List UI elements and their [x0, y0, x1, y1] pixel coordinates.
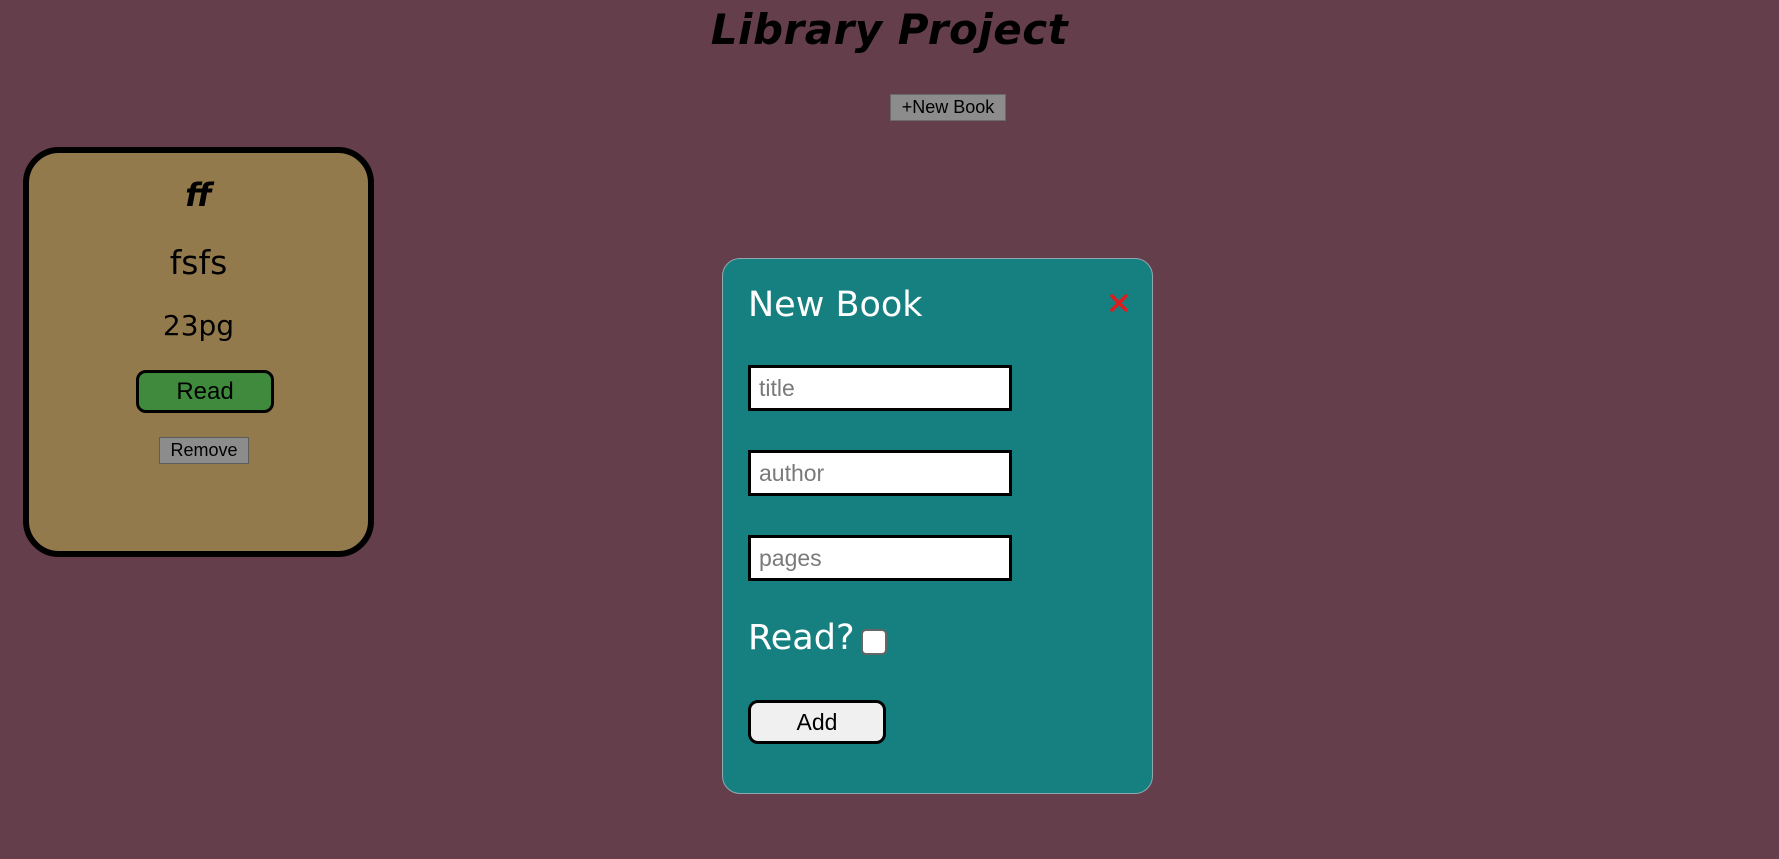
- book-title: ff: [185, 176, 212, 214]
- add-book-button[interactable]: Add: [748, 700, 886, 744]
- new-book-button[interactable]: +New Book: [890, 94, 1006, 121]
- page-title: Library Project: [710, 5, 1069, 54]
- book-pages: 23pg: [162, 309, 235, 342]
- remove-book-button[interactable]: Remove: [159, 437, 249, 464]
- book-author: fsfs: [169, 243, 228, 282]
- book-card: ff fsfs 23pg Read Remove: [23, 147, 374, 557]
- pages-input[interactable]: [748, 535, 1012, 581]
- modal-title: New Book: [748, 285, 923, 325]
- read-status-button[interactable]: Read: [136, 370, 274, 413]
- author-input[interactable]: [748, 450, 1012, 496]
- close-icon: [1110, 294, 1128, 312]
- page: Library Project +New Book ff fsfs 23pg R…: [0, 0, 1779, 859]
- read-checkbox-label: Read?: [748, 618, 855, 658]
- title-input[interactable]: [748, 365, 1012, 411]
- new-book-modal: New Book Read? Add: [722, 258, 1153, 794]
- read-row: Read?: [748, 614, 887, 662]
- close-modal-button[interactable]: [1105, 289, 1133, 317]
- read-checkbox[interactable]: [860, 629, 887, 655]
